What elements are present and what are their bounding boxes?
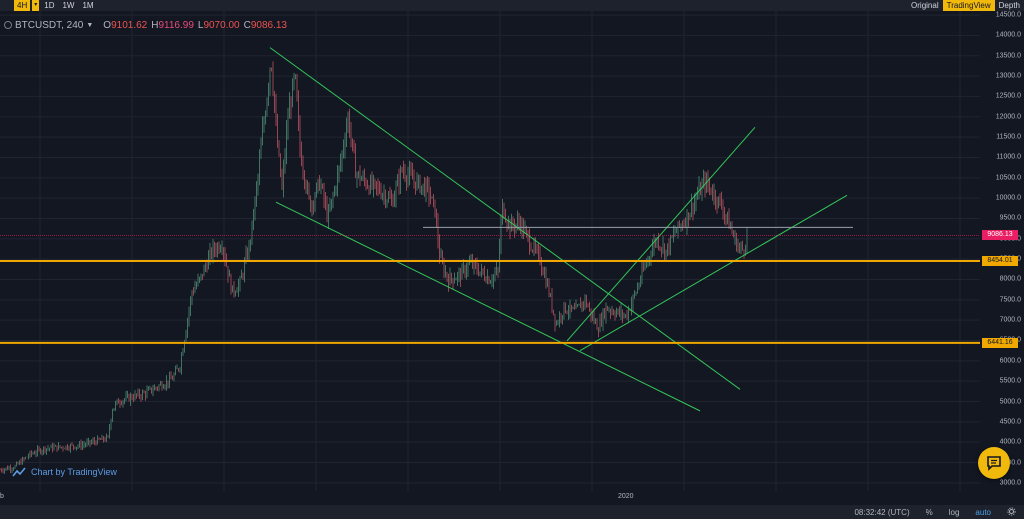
price-label: 8454.01 bbox=[982, 256, 1018, 266]
open-value: 9101.62 bbox=[111, 19, 148, 31]
price-tick: 6000.0 bbox=[999, 357, 1021, 365]
time-axis[interactable]: b 2020 bbox=[0, 491, 980, 505]
high-label: H bbox=[151, 19, 159, 31]
price-tick: 4000.0 bbox=[999, 438, 1021, 446]
price-tick: 4500.0 bbox=[999, 418, 1021, 426]
chevron-down-icon[interactable]: ▼ bbox=[86, 22, 93, 29]
symbol-icon bbox=[4, 21, 12, 29]
interval-dropdown-icon[interactable]: ▾ bbox=[32, 0, 40, 11]
close-value: 9086.13 bbox=[250, 19, 287, 31]
trend-line bbox=[275, 201, 701, 412]
log-toggle[interactable]: log bbox=[941, 508, 968, 517]
time-tick: 2020 bbox=[618, 493, 634, 500]
price-tick: 14000.0 bbox=[995, 31, 1021, 39]
price-tick: 10000.0 bbox=[995, 194, 1021, 202]
view-depth[interactable]: Depth bbox=[995, 0, 1024, 11]
price-tick: 5500.0 bbox=[999, 377, 1021, 385]
interval-4h[interactable]: 4H bbox=[14, 0, 31, 11]
symbol-name[interactable]: BTCUSDT, 240 bbox=[15, 20, 83, 31]
open-label: O bbox=[103, 19, 112, 31]
bottom-bar: 08:32:42 (UTC) % log auto bbox=[0, 505, 1024, 519]
price-tick: 12500.0 bbox=[995, 92, 1021, 100]
price-tick: 8000.0 bbox=[999, 275, 1021, 283]
percent-toggle[interactable]: % bbox=[918, 508, 941, 517]
interval-selector: 4H ▾ 1D 1W 1M bbox=[0, 0, 97, 11]
price-tick: 11500.0 bbox=[996, 133, 1021, 141]
chart-canvas[interactable] bbox=[0, 11, 980, 491]
tradingview-icon bbox=[12, 467, 26, 477]
symbol-legend: BTCUSDT, 240 ▼ O 9101.62 H 9116.99 L 9070.0… bbox=[4, 18, 291, 32]
price-tick: 12000.0 bbox=[995, 113, 1021, 121]
interval-1w[interactable]: 1W bbox=[59, 0, 77, 11]
view-original[interactable]: Original bbox=[907, 0, 943, 11]
price-tick: 7000.0 bbox=[999, 316, 1021, 324]
chat-icon bbox=[987, 456, 1001, 471]
chat-button[interactable] bbox=[978, 447, 1010, 479]
price-tick: 13000.0 bbox=[995, 72, 1021, 80]
settings-button[interactable] bbox=[999, 506, 1024, 518]
price-tick: 14500.0 bbox=[995, 11, 1021, 19]
price-tick: 7500.0 bbox=[999, 296, 1021, 304]
price-tick: 13500.0 bbox=[995, 52, 1021, 60]
view-tradingview[interactable]: TradingView bbox=[942, 0, 995, 11]
trend-line bbox=[566, 127, 756, 342]
price-tick: 5000.0 bbox=[999, 398, 1021, 405]
price-axis[interactable]: 3000.0 3500.0 4000.0 4500.0 5000.0 5500.0 6000… bbox=[980, 11, 1024, 491]
view-selector: Original TradingView Depth bbox=[907, 0, 1024, 11]
auto-toggle[interactable]: auto bbox=[967, 508, 999, 517]
close-label: C bbox=[243, 19, 251, 31]
time-tick: b bbox=[0, 493, 4, 500]
gear-icon bbox=[1007, 506, 1016, 516]
credit-text: Chart by TradingView bbox=[31, 467, 117, 477]
price-tick: 9500.0 bbox=[999, 214, 1021, 222]
interval-1d[interactable]: 1D bbox=[41, 0, 57, 11]
high-value: 9116.99 bbox=[158, 19, 194, 31]
interval-1m[interactable]: 1M bbox=[79, 0, 96, 11]
tradingview-credit[interactable]: Chart by TradingView bbox=[12, 466, 117, 478]
price-tick: 10500.0 bbox=[995, 174, 1021, 182]
top-toolbar: 4H ▾ 1D 1W 1M Original TradingView Depth bbox=[0, 0, 1024, 11]
price-tick: 11000.0 bbox=[996, 153, 1021, 161]
clock: 08:32:42 (UTC) bbox=[854, 507, 910, 517]
price-chart[interactable] bbox=[0, 11, 980, 491]
price-tick: 3000.0 bbox=[999, 479, 1021, 487]
low-value: 9070.00 bbox=[203, 19, 240, 31]
price-label: 9086.13 bbox=[982, 230, 1018, 241]
price-label: 6441.16 bbox=[982, 337, 1018, 348]
